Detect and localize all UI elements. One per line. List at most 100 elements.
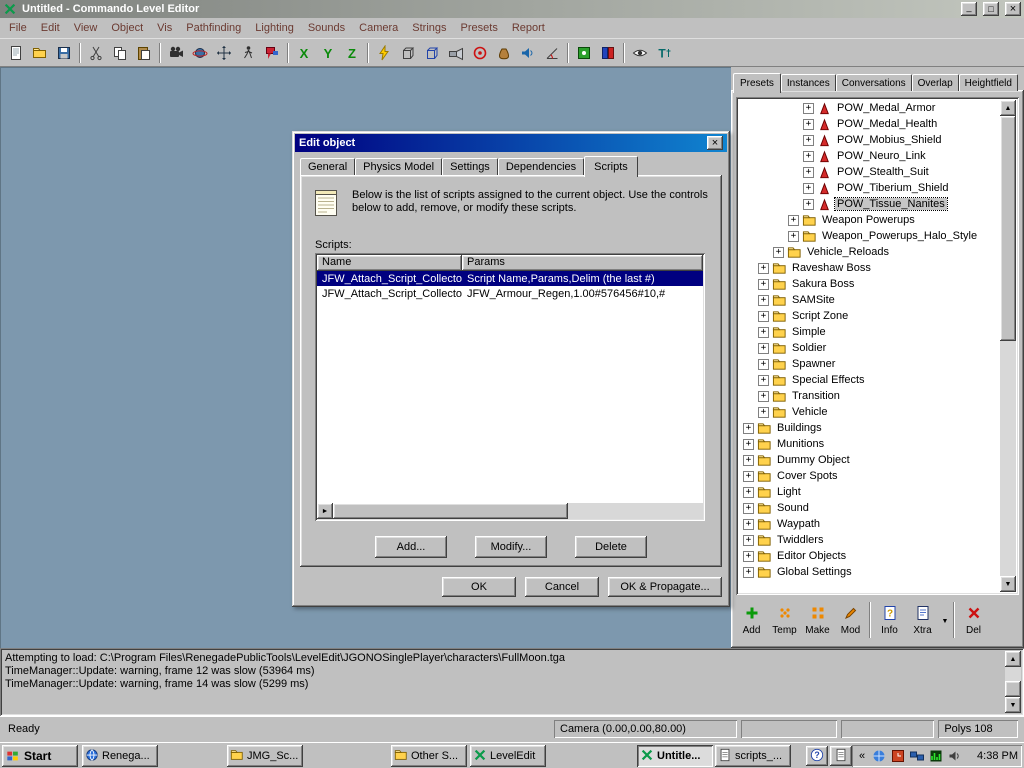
tree-item[interactable]: Weapon_Powerups_Halo_Style [739,228,1000,244]
copy-icon[interactable] [108,41,132,65]
maximize-icon[interactable] [983,2,999,16]
dialog-titlebar[interactable]: Edit object [295,134,727,152]
column-header-params[interactable]: Params [462,255,703,271]
make-preset-button[interactable]: Make [801,599,834,641]
pan-mode-icon[interactable] [212,41,236,65]
column-header-name[interactable]: Name [317,255,462,271]
dialog-tab-dependencies[interactable]: Dependencies [498,158,584,175]
xtra-preset-button[interactable]: Xtra [906,599,939,641]
delete-button[interactable]: Delete [575,536,647,558]
tree-item[interactable]: Global Settings [739,564,1000,580]
vis-camera-icon[interactable] [596,41,620,65]
volume-icon[interactable] [947,748,963,764]
expand-icon[interactable] [743,535,754,546]
scroll-down-icon[interactable] [1005,697,1021,713]
expand-icon[interactable] [758,263,769,274]
expand-icon[interactable] [758,279,769,290]
tree-item[interactable]: Weapon Powerups [739,212,1000,228]
expand-icon[interactable] [758,311,769,322]
task-jmg-sc[interactable]: JMG_Sc... [227,745,303,767]
help-button[interactable]: ? [806,746,828,766]
task-scripts[interactable]: scripts_... [715,745,791,767]
tree-item[interactable]: Editor Objects [739,548,1000,564]
tree-item[interactable]: POW_Medal_Health [739,116,1000,132]
tab-instances[interactable]: Instances [781,74,836,91]
scroll-up-icon[interactable] [1005,651,1021,667]
expand-icon[interactable] [803,183,814,194]
dialog-close-icon[interactable] [707,136,723,150]
tree-item[interactable]: SAMSite [739,292,1000,308]
menu-object[interactable]: Object [104,19,150,37]
tree-item[interactable]: Vehicle [739,404,1000,420]
goto-location-icon[interactable] [468,41,492,65]
scroll-right-icon[interactable] [317,503,333,519]
document-button[interactable] [830,746,852,766]
script-row[interactable]: JFW_Attach_Script_CollectorJFW_Armour_Re… [317,286,703,301]
dialog-tab-settings[interactable]: Settings [442,158,498,175]
task-untitle[interactable]: Untitle... [637,745,713,767]
expand-icon[interactable] [788,231,799,242]
scripts-list-hscrollbar[interactable] [317,503,703,519]
scroll-thumb[interactable] [1005,681,1021,697]
start-button[interactable]: Start [2,745,78,767]
tree-item[interactable]: POW_Tissue_Nanites [739,196,1000,212]
expand-icon[interactable] [758,391,769,402]
xtra-dropdown-icon[interactable] [939,599,951,641]
dialog-tab-physics-model[interactable]: Physics Model [355,158,442,175]
waypoint-mode-icon[interactable] [260,41,284,65]
close-icon[interactable] [1005,2,1021,16]
scroll-thumb[interactable] [333,503,568,519]
drop-to-ground-icon[interactable] [372,41,396,65]
package-icon[interactable] [492,41,516,65]
projector-icon[interactable] [444,41,468,65]
menu-pathfinding[interactable]: Pathfinding [179,19,248,37]
expand-icon[interactable] [803,119,814,130]
temp-preset-button[interactable]: Temp [768,599,801,641]
task-leveledit[interactable]: LevelEdit [470,745,546,767]
expand-icon[interactable] [743,487,754,498]
tree-item[interactable]: Munitions [739,436,1000,452]
angle-snap-icon[interactable] [540,41,564,65]
expand-icon[interactable] [743,439,754,450]
tree-item[interactable]: Raveshaw Boss [739,260,1000,276]
expand-icon[interactable] [758,359,769,370]
expand-icon[interactable] [743,519,754,530]
text-tool-icon[interactable]: T [652,41,676,65]
add-preset-button[interactable]: Add [735,599,768,641]
tree-item[interactable]: Special Effects [739,372,1000,388]
task-other-s[interactable]: Other S... [391,745,467,767]
expand-icon[interactable] [803,199,814,210]
camera-mode-icon[interactable] [164,41,188,65]
info-preset-button[interactable]: ?Info [873,599,906,641]
tree-item[interactable]: Spawner [739,356,1000,372]
expand-icon[interactable] [743,423,754,434]
tree-item[interactable]: Script Zone [739,308,1000,324]
paste-icon[interactable] [132,41,156,65]
expand-icon[interactable] [743,503,754,514]
save-file-icon[interactable] [52,41,76,65]
tree-item[interactable]: Vehicle_Reloads [739,244,1000,260]
tab-heightfield[interactable]: Heightfield [959,74,1018,91]
expand-icon[interactable] [803,151,814,162]
tree-item[interactable]: Transition [739,388,1000,404]
expand-icon[interactable] [743,551,754,562]
scroll-thumb[interactable] [1000,116,1016,341]
tree-item[interactable]: POW_Tiberium_Shield [739,180,1000,196]
bind-box-icon[interactable] [420,41,444,65]
new-file-icon[interactable] [4,41,28,65]
tab-overlap[interactable]: Overlap [912,74,959,91]
menu-lighting[interactable]: Lighting [248,19,301,37]
tree-item[interactable]: POW_Mobius_Shield [739,132,1000,148]
expand-icon[interactable] [758,295,769,306]
menu-strings[interactable]: Strings [405,19,453,37]
tree-item[interactable]: Waypath [739,516,1000,532]
scroll-up-icon[interactable] [1000,100,1016,116]
expand-icon[interactable] [773,247,784,258]
tree-item[interactable]: POW_Neuro_Link [739,148,1000,164]
dialog-tab-scripts[interactable]: Scripts [584,156,638,177]
cut-icon[interactable] [84,41,108,65]
log-scrollbar[interactable] [1005,651,1021,713]
menu-file[interactable]: File [2,19,34,37]
walk-mode-icon[interactable] [236,41,260,65]
menu-presets[interactable]: Presets [454,19,505,37]
